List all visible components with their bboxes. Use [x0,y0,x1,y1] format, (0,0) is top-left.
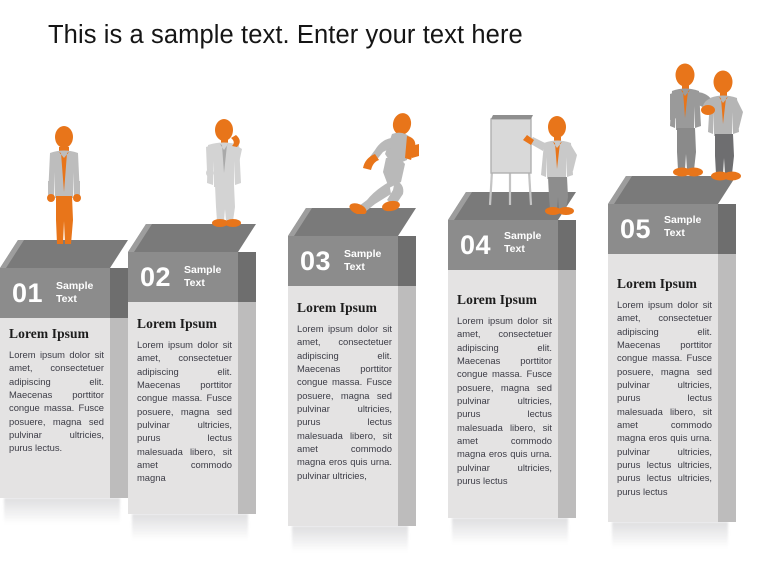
step-shadow [292,526,408,552]
step-header-side-face [558,220,576,270]
step-shadow [452,518,568,544]
step-paragraph: Lorem ipsum dolor sit amet, consectetuer… [457,315,552,487]
step-sample-label: Sample Text [344,248,382,274]
step-header-side-face [110,268,128,318]
step-number: 04 [460,230,492,260]
step-sample-label: Sample Text [56,280,94,306]
figure-businessman-on-phone-icon [193,117,255,229]
step-heading: Lorem Ipsum [617,276,697,291]
step-body-side-face [398,286,416,526]
step-header-side-face [718,204,736,254]
step-heading: Lorem Ipsum [297,300,377,315]
step-body-side-face [718,254,736,522]
step-heading: Lorem Ipsum [137,316,217,331]
step-number: 02 [140,262,172,292]
step-shadow [132,514,248,540]
figure-running-man-icon [345,110,427,214]
step-shadow [612,522,728,548]
step-heading: Lorem Ipsum [9,326,89,341]
step-body-side-face [558,270,576,518]
step-sample-label: Sample Text [504,230,542,256]
step-paragraph: Lorem ipsum dolor sit amet, consectetuer… [137,339,232,484]
figure-businessman-walking-icon [33,126,95,244]
step-number: 03 [300,246,332,276]
step-paragraph: Lorem ipsum dolor sit amet, consectetuer… [617,299,712,497]
step-sample-label: Sample Text [184,264,222,290]
step-paragraph: Lorem ipsum dolor sit amet, consectetuer… [9,349,104,454]
step-shadow [4,498,120,524]
step-body-side-face [110,318,128,498]
step-header-side-face [238,252,256,302]
figure-handshake-two-businessmen-icon [655,60,753,182]
slide-canvas: This is a sample text. Enter your text h… [0,0,768,576]
step-body-side-face [238,302,256,514]
step-heading: Lorem Ipsum [457,292,537,307]
step-header-side-face [398,236,416,286]
step-number: 01 [12,278,44,308]
step-sample-label: Sample Text [664,214,702,240]
page-title: This is a sample text. Enter your text h… [48,21,523,49]
figure-presenter-at-flipchart-icon [487,113,583,217]
step-number: 05 [620,214,652,244]
step-paragraph: Lorem ipsum dolor sit amet, consectetuer… [297,323,392,481]
